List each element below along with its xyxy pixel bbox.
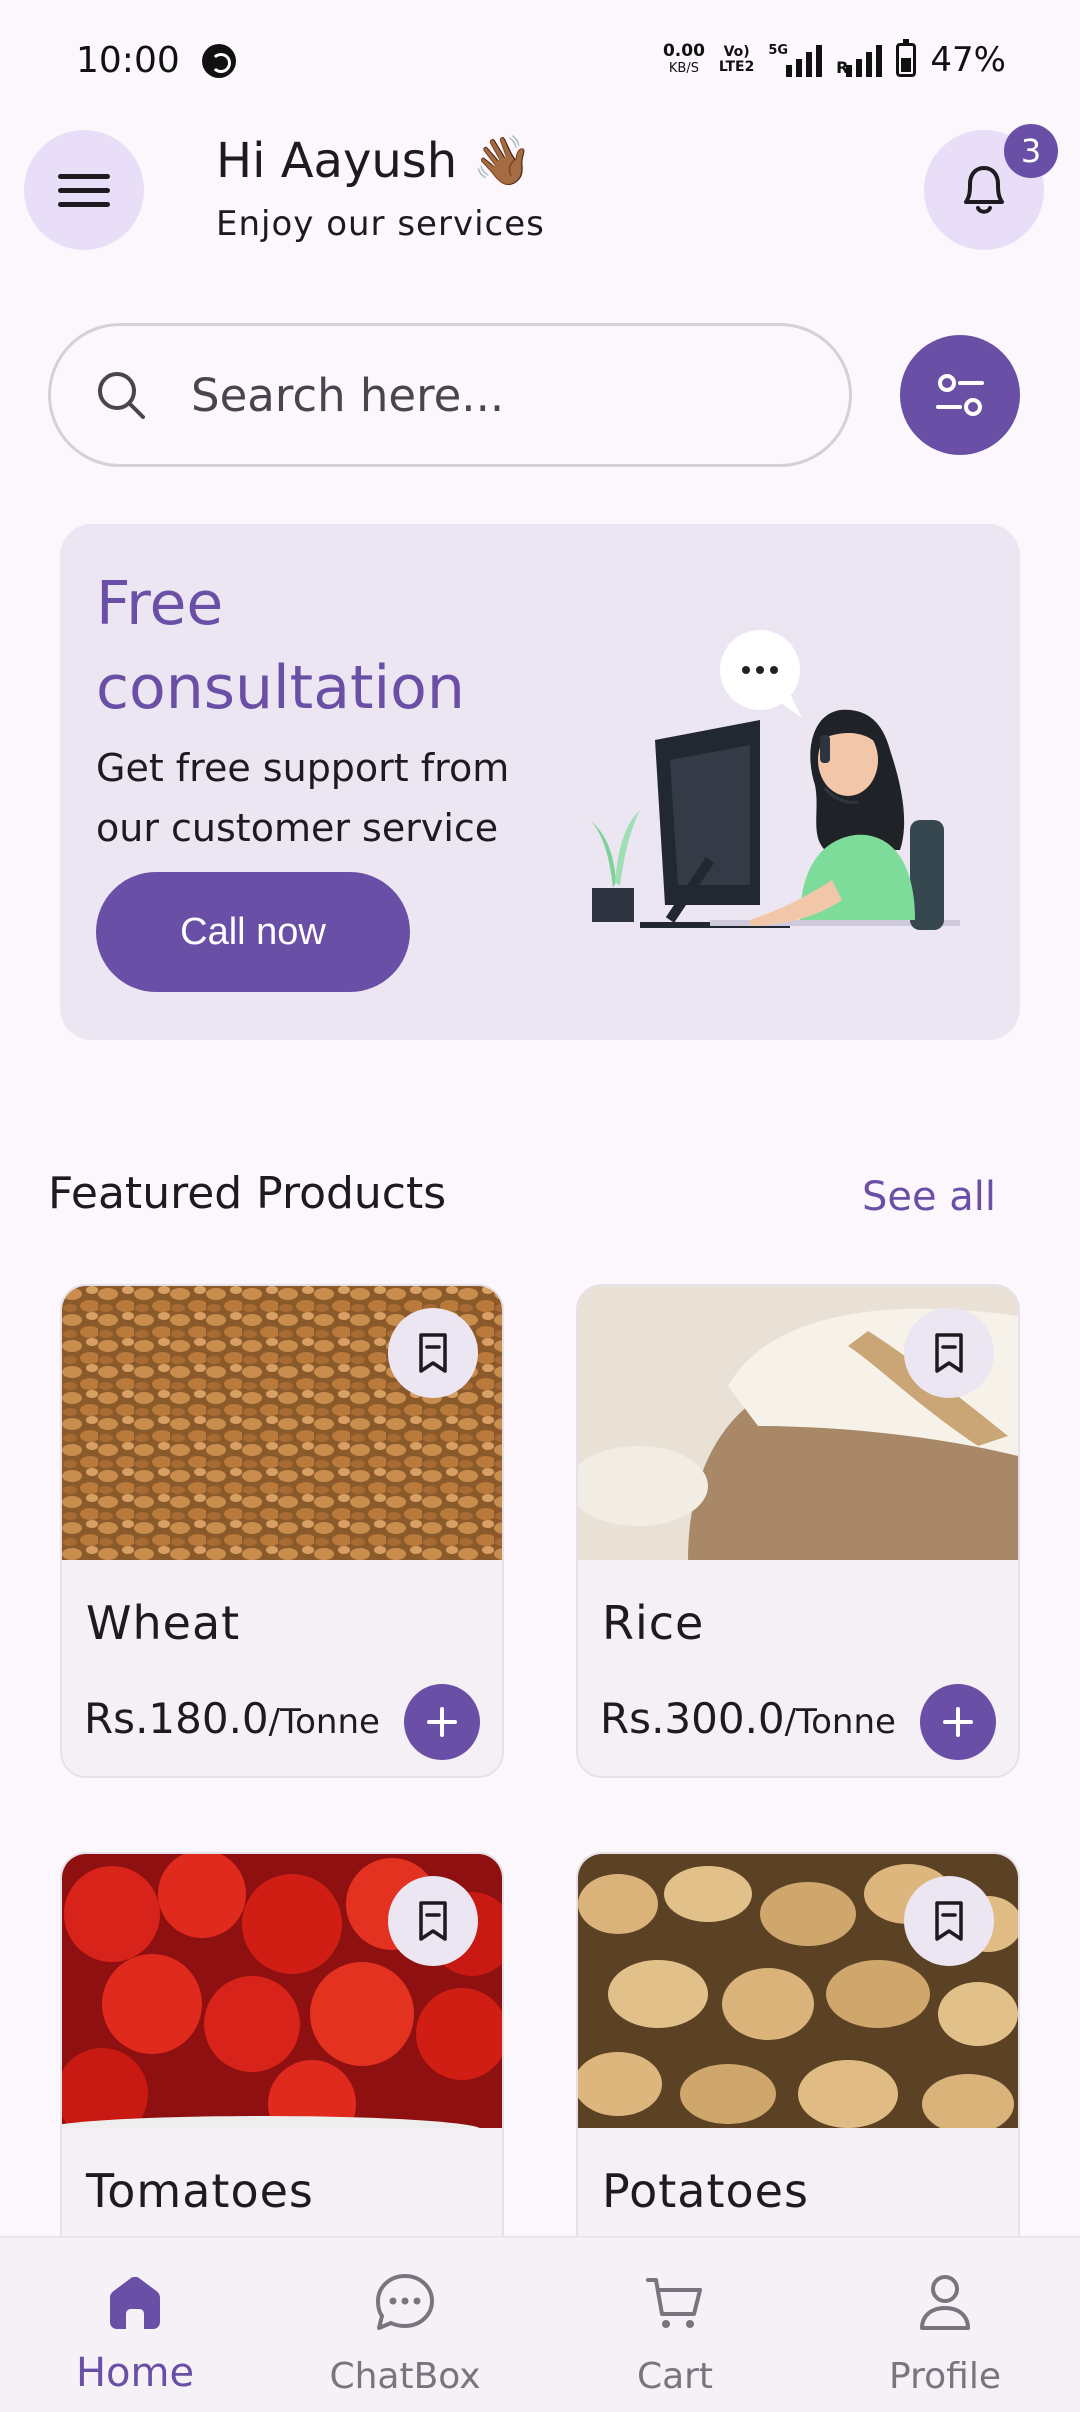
menu-icon-bar <box>58 173 110 179</box>
network-speed: 0.00 KB/S <box>662 41 705 77</box>
signal-roaming-icon: R <box>836 43 883 77</box>
banner-title: Free consultation <box>96 569 465 723</box>
nav-label: ChatBox <box>329 2356 481 2397</box>
nav-label: Home <box>75 2350 195 2396</box>
bookmark-button[interactable] <box>388 1876 478 1966</box>
home-icon <box>100 2268 170 2338</box>
see-all-link[interactable]: See all <box>862 1174 996 1220</box>
support-agent-illustration <box>590 630 960 930</box>
product-card-potatoes[interactable]: Potatoes <box>576 1852 1020 2272</box>
product-card-tomatoes[interactable]: Tomatoes <box>60 1852 504 2272</box>
search-bar[interactable] <box>48 323 852 467</box>
featured-products-title: Featured Products <box>48 1168 447 1219</box>
chat-icon <box>370 2268 440 2338</box>
bookmark-icon <box>419 1333 447 1373</box>
filter-icon <box>936 374 984 416</box>
volte-icon: Vo) LTE2 <box>718 44 755 75</box>
nav-label: Cart <box>636 2356 714 2397</box>
search-icon <box>98 372 145 419</box>
greeting: Hi Aayush 👋🏾 <box>216 133 533 189</box>
product-price: Rs.300.0/Tonne <box>600 1694 896 1743</box>
bookmark-icon <box>419 1901 447 1941</box>
status-time: 10:00 <box>76 40 180 81</box>
product-name: Wheat <box>86 1596 241 1650</box>
app-notification-icon <box>202 44 236 78</box>
bookmark-button[interactable] <box>904 1876 994 1966</box>
product-price: Rs.180.0/Tonne <box>84 1694 380 1743</box>
signal-5g-icon: 5G <box>768 43 823 77</box>
plus-icon <box>943 1707 973 1737</box>
call-now-button[interactable]: Call now <box>96 872 410 992</box>
cart-icon <box>640 2268 710 2338</box>
bottom-navigation: Home ChatBox Cart Profile <box>0 2236 1080 2412</box>
bookmark-icon <box>935 1333 963 1373</box>
nav-label: Profile <box>889 2356 1001 2397</box>
product-name: Potatoes <box>602 2164 809 2218</box>
menu-icon-bar <box>58 187 110 193</box>
product-card-wheat[interactable]: Wheat Rs.180.0/Tonne <box>60 1284 504 1778</box>
product-name: Tomatoes <box>86 2164 314 2218</box>
banner-text: Get free support from our customer servi… <box>96 746 510 850</box>
nav-chatbox[interactable]: ChatBox <box>270 2238 540 2412</box>
notification-badge: 3 <box>1004 124 1058 178</box>
greeting-subtitle: Enjoy our services <box>216 204 545 244</box>
product-name: Rice <box>602 1596 705 1650</box>
profile-icon <box>910 2268 980 2338</box>
search-input[interactable] <box>191 368 791 422</box>
bookmark-icon <box>935 1901 963 1941</box>
nav-home[interactable]: Home <box>0 2238 270 2412</box>
status-bar: 10:00 0.00 KB/S Vo) LTE2 5G R 47% <box>0 0 1080 125</box>
battery-percent: 47% <box>930 40 1006 80</box>
filter-button[interactable] <box>900 335 1020 455</box>
add-to-cart-button[interactable] <box>404 1684 480 1760</box>
nav-profile[interactable]: Profile <box>810 2238 1080 2412</box>
bookmark-button[interactable] <box>904 1308 994 1398</box>
status-indicators: 0.00 KB/S Vo) LTE2 5G R 47% <box>663 38 1006 82</box>
bookmark-button[interactable] <box>388 1308 478 1398</box>
product-card-rice[interactable]: Rice Rs.300.0/Tonne <box>576 1284 1020 1778</box>
bell-icon <box>964 166 1004 214</box>
battery-icon <box>896 39 917 77</box>
menu-icon-bar <box>58 201 110 207</box>
menu-button[interactable] <box>24 130 144 250</box>
nav-cart[interactable]: Cart <box>540 2238 810 2412</box>
add-to-cart-button[interactable] <box>920 1684 996 1760</box>
plus-icon <box>427 1707 457 1737</box>
